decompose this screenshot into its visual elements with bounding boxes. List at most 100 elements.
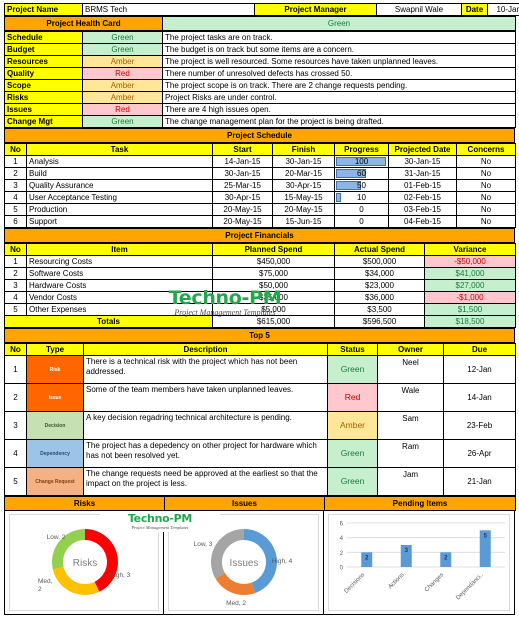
health-card-row: Schedule Green The project tasks are on tr… [4,31,516,44]
donut-center-label: Issues [230,558,259,569]
table-row: 5 Production 20-May-15 20-May-15 0 03-Feb-15 N… [4,203,516,216]
schedule-header-row: No Task Start Finish Progress Projected Date C… [4,143,516,156]
financials-title-table: Project Financials [4,228,515,243]
financials-totals-row: Totals $615,000 $596,500 $18,500 [4,315,516,328]
schedule-start-date: 30-Jan-15 [212,167,273,180]
progress-value: 0 [359,217,364,226]
health-comment: The project is well resourced. Some reso… [162,55,516,68]
financials-planned-spend: $35,000 [212,291,335,304]
top5-row-no: 5 [4,467,27,496]
top5-description: Some of the team members have taken unpl… [83,383,328,412]
table-row: 3 Hardware Costs $50,000 $23,000 $27,000 [4,279,516,292]
schedule-progress-cell: 0 [334,203,389,216]
date-value[interactable]: 10-Jan-15 [487,3,519,16]
table-row: 5 Change Request The change requests need … [4,467,516,496]
top5-column-header: Description [83,343,328,356]
health-comment: The budget is on track but some items ar… [162,43,516,56]
financials-item-name: Resourcing Costs [26,255,213,268]
donut-center-label: Risks [73,558,97,569]
schedule-projected-date: 30-Jan-15 [388,155,457,168]
top5-type-badge: Dependency [27,440,83,467]
financials-item-name: Software Costs [26,267,213,280]
schedule-start-date: 30-Apr-15 [212,191,273,204]
health-card-row: Issues Red There are 4 high issues open. [4,103,516,116]
health-comment: There number of unresolved defects has c… [162,67,516,80]
schedule-start-date: 20-May-15 [212,203,273,216]
health-card-table: Project Health Card Green [4,16,516,31]
health-status-badge: Amber [82,55,163,68]
schedule-progress-cell: 10 [334,191,389,204]
date-label: Date [461,3,488,16]
top5-owner: Sam [377,411,444,440]
health-comment: Project Risks are under control. [162,91,516,104]
financials-item-name: Other Expenses [26,303,213,316]
issues-chart-panel[interactable]: Issues High, 4 Med, 2 Low, 3 [164,511,324,615]
schedule-projected-date: 31-Jan-15 [388,167,457,180]
y-axis-tick-label: 6 [340,522,344,528]
financials-totals-variance: $18,500 [424,315,516,328]
table-row: 3 Quality Assurance 25-Mar-15 30-Apr-15 50 01… [4,179,516,192]
top5-description: The change requests need be approved at … [83,467,328,496]
progress-value: 50 [357,181,366,190]
project-health-card-sheet: Project Name BRMS Tech Project Manager S… [0,0,519,633]
project-name-label: Project Name [4,3,83,16]
top5-column-header: Status [327,343,378,356]
top5-due-date: 21-Jan [443,467,516,496]
financials-totals-actual: $596,500 [334,315,425,328]
project-manager-value[interactable]: Swapnil Wale [376,3,462,16]
schedule-row-no: 6 [4,215,27,228]
schedule-task-name: Quality Assurance [26,179,213,192]
donut-slice-label: Low, 3 [194,541,213,548]
risks-chart-panel[interactable]: Risks High, 3 Med, 2 Low, 2 [4,511,164,615]
progress-value: 0 [359,205,364,214]
schedule-column-header: Concerns [456,143,516,156]
top5-description: The project has a depedency on other pro… [83,439,328,468]
schedule-concerns: No [456,191,516,204]
donut-slice [215,573,256,595]
status-badge: Amber [327,411,378,440]
project-name-value[interactable]: BRMS Tech [82,3,255,16]
table-row: 1 Risk There is a technical risk with the … [4,355,516,384]
top5-table: No Type Description Status Owner Due 1 Risk Ther… [4,343,516,496]
health-card-row: Scope Amber The project scope is on track.… [4,79,516,92]
table-row: 4 Vendor Costs $35,000 $36,000 -$1,000 [4,291,516,304]
table-row: 1 Analysis 14-Jan-15 30-Jan-15 100 30-Jan-15 N… [4,155,516,168]
schedule-start-date: 20-May-15 [212,215,273,228]
financials-variance: $27,000 [424,279,516,292]
schedule-projected-date: 01-Feb-15 [388,179,457,192]
schedule-row-no: 1 [4,155,27,168]
top5-header-row: No Type Description Status Owner Due [4,343,516,356]
financials-row-no: 1 [4,255,27,268]
health-card-row: Risks Amber Project Risks are under contro… [4,91,516,104]
financials-variance: $41,000 [424,267,516,280]
schedule-start-date: 25-Mar-15 [212,179,273,192]
schedule-concerns: No [456,215,516,228]
top5-row-no: 2 [4,383,27,412]
health-comment: The change management plan for the proje… [162,115,516,128]
donut-slice-label: High, 4 [272,558,293,565]
pending-chart-panel[interactable]: 0 2 4 6 2 Decisions 3 Actions 2 Changes 5 Dependanc… [324,511,515,615]
top5-row-no: 3 [4,411,27,440]
schedule-column-header: No [4,143,27,156]
top5-due-date: 26-Apr [443,439,516,468]
financials-header-row: No Item Planned Spend Actual Spend Variance [4,243,516,256]
top5-due-date: 12-Jan [443,355,516,384]
schedule-task-name: User Acceptance Testing [26,191,213,204]
top5-title-table: Top 5 [4,328,515,343]
project-manager-label: Project Manager [254,3,377,16]
table-row: 2 Build 30-Jan-15 20-Mar-15 60 31-Jan-15 No [4,167,516,180]
pending-items-bar-chart: 02462Decisions3Actions2Changes5Dependanc… [340,522,505,601]
chart-header-pending: Pending Items [324,496,516,511]
health-status-badge: Green [82,43,163,56]
health-status-badge: Red [82,103,163,116]
y-axis-tick-label: 2 [340,551,344,557]
health-status-badge: Green [82,115,163,128]
health-card-rows: Schedule Green The project tasks are on tr… [4,31,516,128]
donut-slice-label: Med, [38,578,53,585]
financials-row-no: 5 [4,303,27,316]
health-card-title: Project Health Card [4,16,163,31]
top5-type-cell: Issue [26,383,84,412]
health-area-label: Schedule [4,31,83,44]
donut-slice [52,566,100,595]
top5-type-cell: Change Request [26,467,84,496]
